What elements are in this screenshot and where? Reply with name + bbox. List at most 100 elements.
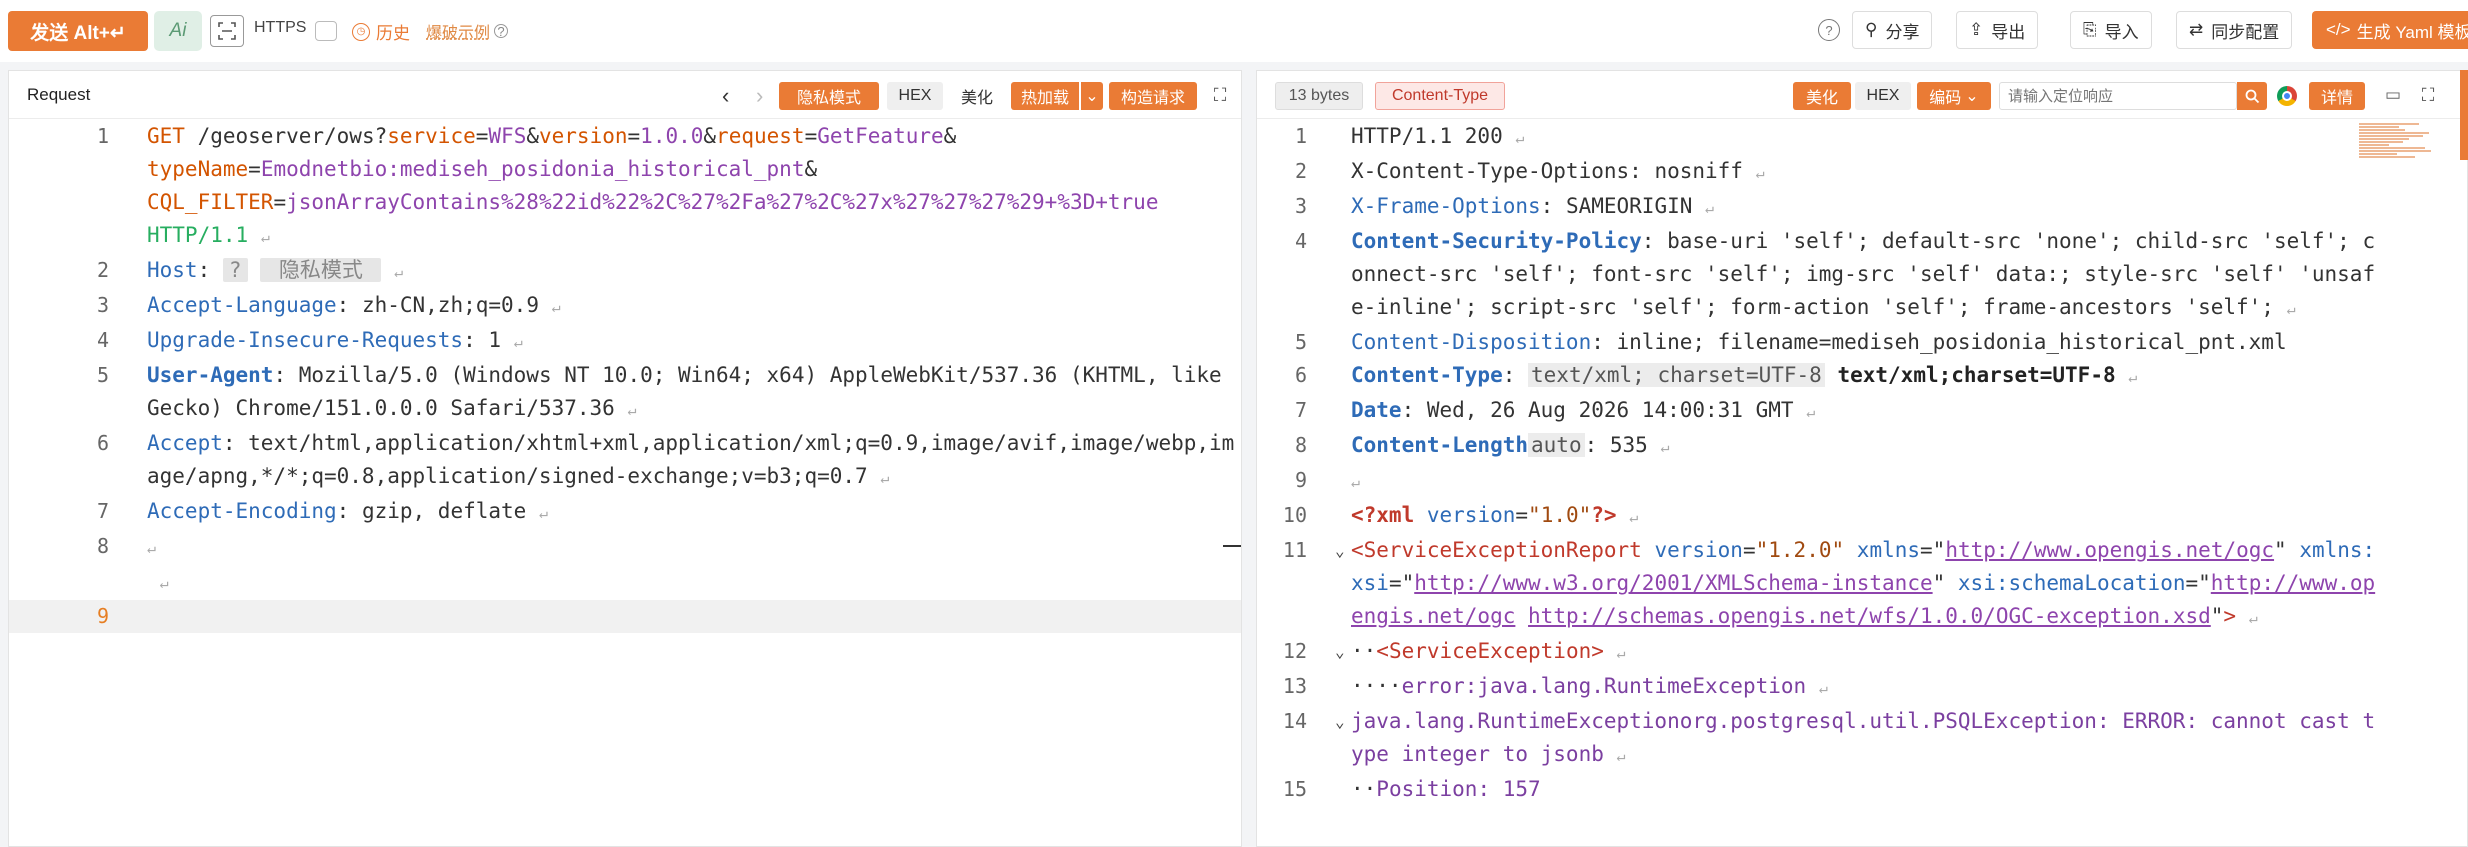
param-key: CQL_FILTER [147, 190, 274, 214]
expand-icon[interactable]: ⛶ [2417, 84, 2439, 106]
decoded-content-type: text/xml;charset=UTF-8 [1837, 363, 2116, 387]
history-label: 历史 [376, 24, 410, 43]
xml-attr: version [1426, 503, 1516, 527]
code-line: 11 ⌄ <ServiceExceptionReport version="1.… [1257, 534, 2467, 635]
request-editor[interactable]: 1 GET /geoserver/ows?service=WFS&version… [9, 120, 1241, 846]
header-key: Accept-Language [147, 293, 337, 317]
ai-button[interactable]: Ai [154, 11, 202, 51]
export-button[interactable]: ⇪ 导出 [1956, 11, 2039, 49]
header-value: gzip, deflate [361, 499, 527, 523]
line-number: 9 [1294, 468, 1307, 492]
request-panel: Request ‹ › 隐私模式 HEX 美化 热加载 ⌄ 构造请求 ⛶ 1 G… [8, 70, 1242, 847]
search-icon[interactable] [2237, 82, 2267, 110]
xml-url[interactable]: http://www.w3.org/2001/XMLSchema-instanc… [1414, 571, 1932, 595]
hotload-button[interactable]: 热加载 [1011, 82, 1079, 110]
param-key: version [539, 124, 628, 148]
code-line: 7 Accept-Encoding: gzip, deflate ↵ [9, 495, 1241, 530]
header-key: Content-Type [1351, 363, 1503, 387]
code-line: 9 ↵ [1257, 464, 2467, 499]
line-number: 12 [1282, 639, 1307, 663]
encoding-dropdown[interactable]: 编码 ⌄ [1917, 82, 1991, 110]
line-number: 4 [1294, 229, 1307, 253]
beautify-button[interactable]: 美化 [949, 82, 1005, 110]
error-text: java.lang.RuntimeExceptionorg.postgresql… [1351, 709, 2376, 766]
construct-request-button[interactable]: 构造请求 [1109, 82, 1197, 110]
line-number: 14 [1282, 709, 1307, 733]
code-line: 4 Content-Security-Policy: base-uri 'sel… [1257, 225, 2467, 326]
code-line: 2 Host: ? 隐私模式 ↵ [9, 254, 1241, 289]
request-title: Request [27, 85, 91, 104]
history-button[interactable]: ◷ 历史 [352, 19, 410, 44]
xml-value: "1.0" [1528, 503, 1592, 527]
import-button[interactable]: ⎘ 导入 [2070, 11, 2152, 49]
share-button[interactable]: ⚲ 分享 [1852, 11, 1933, 49]
expand-icon[interactable]: ⛶ [1209, 84, 1231, 106]
comment-icon[interactable]: ▭ [2385, 85, 2401, 105]
xml-decl: <?xml [1351, 503, 1415, 527]
line-number: 6 [1294, 363, 1307, 387]
hex-button[interactable]: HEX [887, 82, 943, 110]
header-key: Content-Disposition [1351, 330, 1592, 354]
xml-tag: <ServiceExceptionReport [1351, 538, 1642, 562]
help-icon[interactable]: ? [1818, 19, 1840, 41]
xml-attr: xsi:schemaLocation [1957, 571, 2186, 595]
chevron-left-icon[interactable]: ‹ [722, 83, 729, 109]
param-key: service [387, 124, 476, 148]
header-key: Content-Length [1351, 433, 1529, 457]
line-number: 8 [96, 534, 109, 558]
sync-config-button[interactable]: ⇄ 同步配置 [2176, 11, 2293, 49]
side-drawer-tab[interactable] [2460, 70, 2468, 160]
code-line: 12 ⌄ ··<ServiceException> ↵ [1257, 635, 2467, 670]
beautify-button[interactable]: 美化 [1793, 82, 1851, 110]
xml-url[interactable]: http://www.opengis.net/ogc [1945, 538, 2274, 562]
bytes-badge: 13 bytes [1275, 82, 1363, 110]
header-key: Accept-Encoding [147, 499, 337, 523]
fold-chevron-icon[interactable]: ⌄ [1335, 705, 1345, 738]
header-key: Content-Security-Policy [1351, 229, 1642, 253]
chrome-icon[interactable] [2277, 86, 2297, 106]
fold-chevron-icon[interactable]: ⌄ [1335, 635, 1345, 668]
param-value: Emodnetbio:mediseh_posidonia_historical_… [260, 157, 805, 181]
chevron-down-icon[interactable]: ⌄ [1081, 82, 1103, 110]
request-path: /geoserver/ows? [184, 124, 388, 148]
error-position: Position: 157 [1376, 777, 1541, 801]
send-button[interactable]: 发送 Alt+↵ [8, 11, 148, 51]
code-line: 13 ····error:java.lang.RuntimeException … [1257, 670, 2467, 705]
locate-response-input[interactable] [1999, 82, 2237, 110]
header-value: text/html,application/xhtml+xml,applicat… [147, 431, 1235, 488]
line-number: 5 [96, 363, 109, 387]
response-viewer[interactable]: 1 HTTP/1.1 200 ↵ 2 X-Content-Type-Option… [1257, 120, 2467, 846]
detail-button[interactable]: 详情 [2309, 82, 2365, 110]
code-line: 2 X-Content-Type-Options: nosniff ↵ [1257, 155, 2467, 190]
line-number: 2 [1294, 159, 1307, 183]
code-icon: </> [2326, 20, 2351, 39]
line-number: 8 [1294, 433, 1307, 457]
share-label: 分享 [1885, 22, 1920, 42]
host-placeholder: ? [222, 258, 248, 282]
response-panel: 13 bytes Content-Type 美化 HEX 编码⌄ 详情 ▭ ⛶ … [1256, 70, 2468, 847]
chevron-right-icon[interactable]: › [756, 83, 763, 109]
https-toggle[interactable] [315, 21, 337, 41]
generate-yaml-button[interactable]: </> 生成 Yaml 模板 [2312, 11, 2468, 49]
header-key: X-Content-Type-Options [1351, 159, 1630, 183]
chevron-down-icon: ⌄ [1965, 88, 1979, 105]
scan-icon[interactable] [210, 15, 244, 47]
hex-button[interactable]: HEX [1855, 82, 1911, 110]
fold-chevron-icon[interactable]: ⌄ [1335, 534, 1345, 567]
import-label: 导入 [2104, 22, 2139, 42]
private-mode-chip: 隐私模式 [260, 258, 382, 282]
clock-icon: ◷ [352, 22, 370, 41]
line-number: 15 [1282, 777, 1307, 801]
brute-example-link[interactable]: 爆破示例 ? [426, 19, 509, 43]
code-line: 4 Upgrade-Insecure-Requests: 1 ↵ [9, 324, 1241, 359]
line-number: 3 [1294, 194, 1307, 218]
brute-example-label: 爆破示例 [426, 25, 491, 42]
header-value: SAMEORIGIN [1565, 194, 1693, 218]
header-key: Host [147, 258, 198, 282]
line-number: 9 [96, 604, 109, 628]
header-value: 535 [1609, 433, 1648, 457]
xml-url[interactable]: http://schemas.opengis.net/wfs/1.0.0/OGC… [1528, 604, 2211, 628]
private-mode-button[interactable]: 隐私模式 [779, 82, 879, 110]
sync-label: 同步配置 [2211, 22, 2280, 42]
scrollbar-marker[interactable] [1223, 545, 1241, 547]
